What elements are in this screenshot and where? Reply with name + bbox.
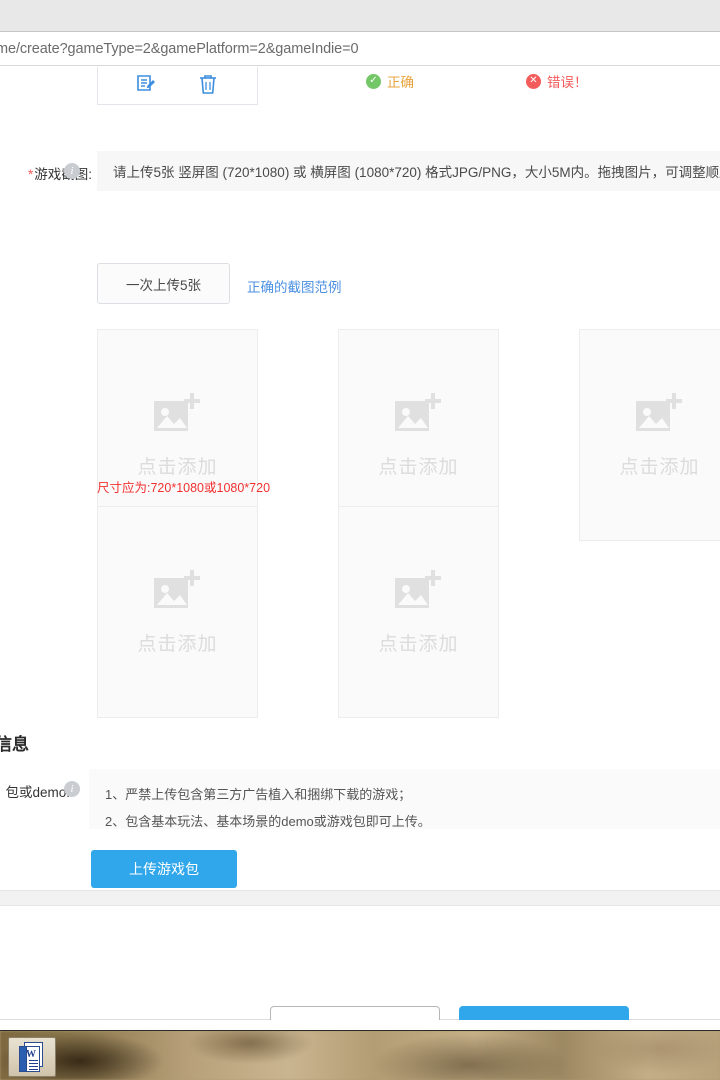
os-taskbar: W: [0, 1030, 720, 1080]
browser-url-bar[interactable]: me/create?gameType=2&gamePlatform=2&game…: [0, 33, 720, 66]
image-plus-icon: [391, 391, 447, 444]
screenshot-tile-label: 点击添加: [619, 452, 699, 479]
validation-correct: ✓ 正确: [366, 71, 414, 91]
package-notice-line: 2、包含基本玩法、基本场景的demo或游戏包即可上传。: [105, 808, 720, 835]
word-document-icon: W: [19, 1042, 45, 1072]
edit-document-icon[interactable]: [134, 72, 160, 98]
footer-separator: [0, 890, 720, 906]
page-viewport: ✓ 正确 ✕ 错误！ *游戏截图: i 请上传5张 竖屏图 (720*1080)…: [0, 67, 720, 1020]
screenshot-tile-label: 点击添加: [378, 629, 458, 656]
back-button[interactable]: 返回: [270, 1006, 440, 1020]
upload-package-button[interactable]: 上传游戏包: [91, 850, 237, 888]
x-circle-icon: ✕: [526, 74, 541, 89]
package-notice-box: 1、严禁上传包含第三方广告植入和捆绑下载的游戏； 2、包含基本玩法、基本场景的d…: [89, 769, 720, 829]
package-label: 包或demo:: [0, 781, 70, 801]
screenshot-tile[interactable]: 点击添加: [579, 329, 720, 541]
validation-error-label: 错误！: [547, 71, 588, 91]
row-action-cell: [97, 67, 258, 105]
screenshot-tile-label: 点击添加: [378, 452, 458, 479]
image-plus-icon: [632, 391, 688, 444]
trash-icon[interactable]: [195, 72, 221, 98]
next-button[interactable]: 下一步: [459, 1006, 629, 1020]
check-circle-icon: ✓: [366, 74, 381, 89]
taskbar-item-word-document[interactable]: W: [8, 1037, 56, 1077]
screenshots-hint: 请上传5张 竖屏图 (720*1080) 或 横屏图 (1080*720) 格式…: [97, 151, 720, 191]
required-marker: *: [28, 167, 33, 182]
sample-screenshots-link[interactable]: 正确的截图范例: [247, 276, 342, 296]
screenshot-tile-label: 点击添加: [137, 452, 217, 479]
image-plus-icon: [391, 568, 447, 621]
package-notice-line: 1、严禁上传包含第三方广告植入和捆绑下载的游戏；: [105, 781, 720, 808]
screenshot-tile[interactable]: 点击添加: [338, 506, 499, 718]
package-info-icon[interactable]: i: [64, 781, 80, 797]
url-text: me/create?gameType=2&gamePlatform=2&game…: [0, 41, 358, 57]
batch-upload-button[interactable]: 一次上传5张: [97, 263, 230, 304]
footer-actions: 返回 下一步: [0, 906, 720, 1020]
screen: me/create?gameType=2&gamePlatform=2&game…: [0, 0, 720, 1080]
screenshot-size-error: 尺寸应为:720*1080或1080*720: [97, 477, 270, 496]
validation-error: ✕ 错误！: [526, 71, 588, 91]
image-plus-icon: [150, 568, 206, 621]
image-plus-icon: [150, 391, 206, 444]
top-partial-row: ✓ 正确 ✕ 错误！: [0, 67, 720, 132]
screenshots-info-icon[interactable]: i: [64, 163, 80, 179]
validation-correct-label: 正确: [387, 71, 414, 91]
screenshot-tile-label: 点击添加: [137, 629, 217, 656]
package-section-title: 包信息: [0, 730, 29, 755]
screenshot-tile[interactable]: 点击添加: [97, 506, 258, 718]
browser-chrome-strip: [0, 0, 720, 32]
taskbar-background: [0, 1031, 720, 1080]
